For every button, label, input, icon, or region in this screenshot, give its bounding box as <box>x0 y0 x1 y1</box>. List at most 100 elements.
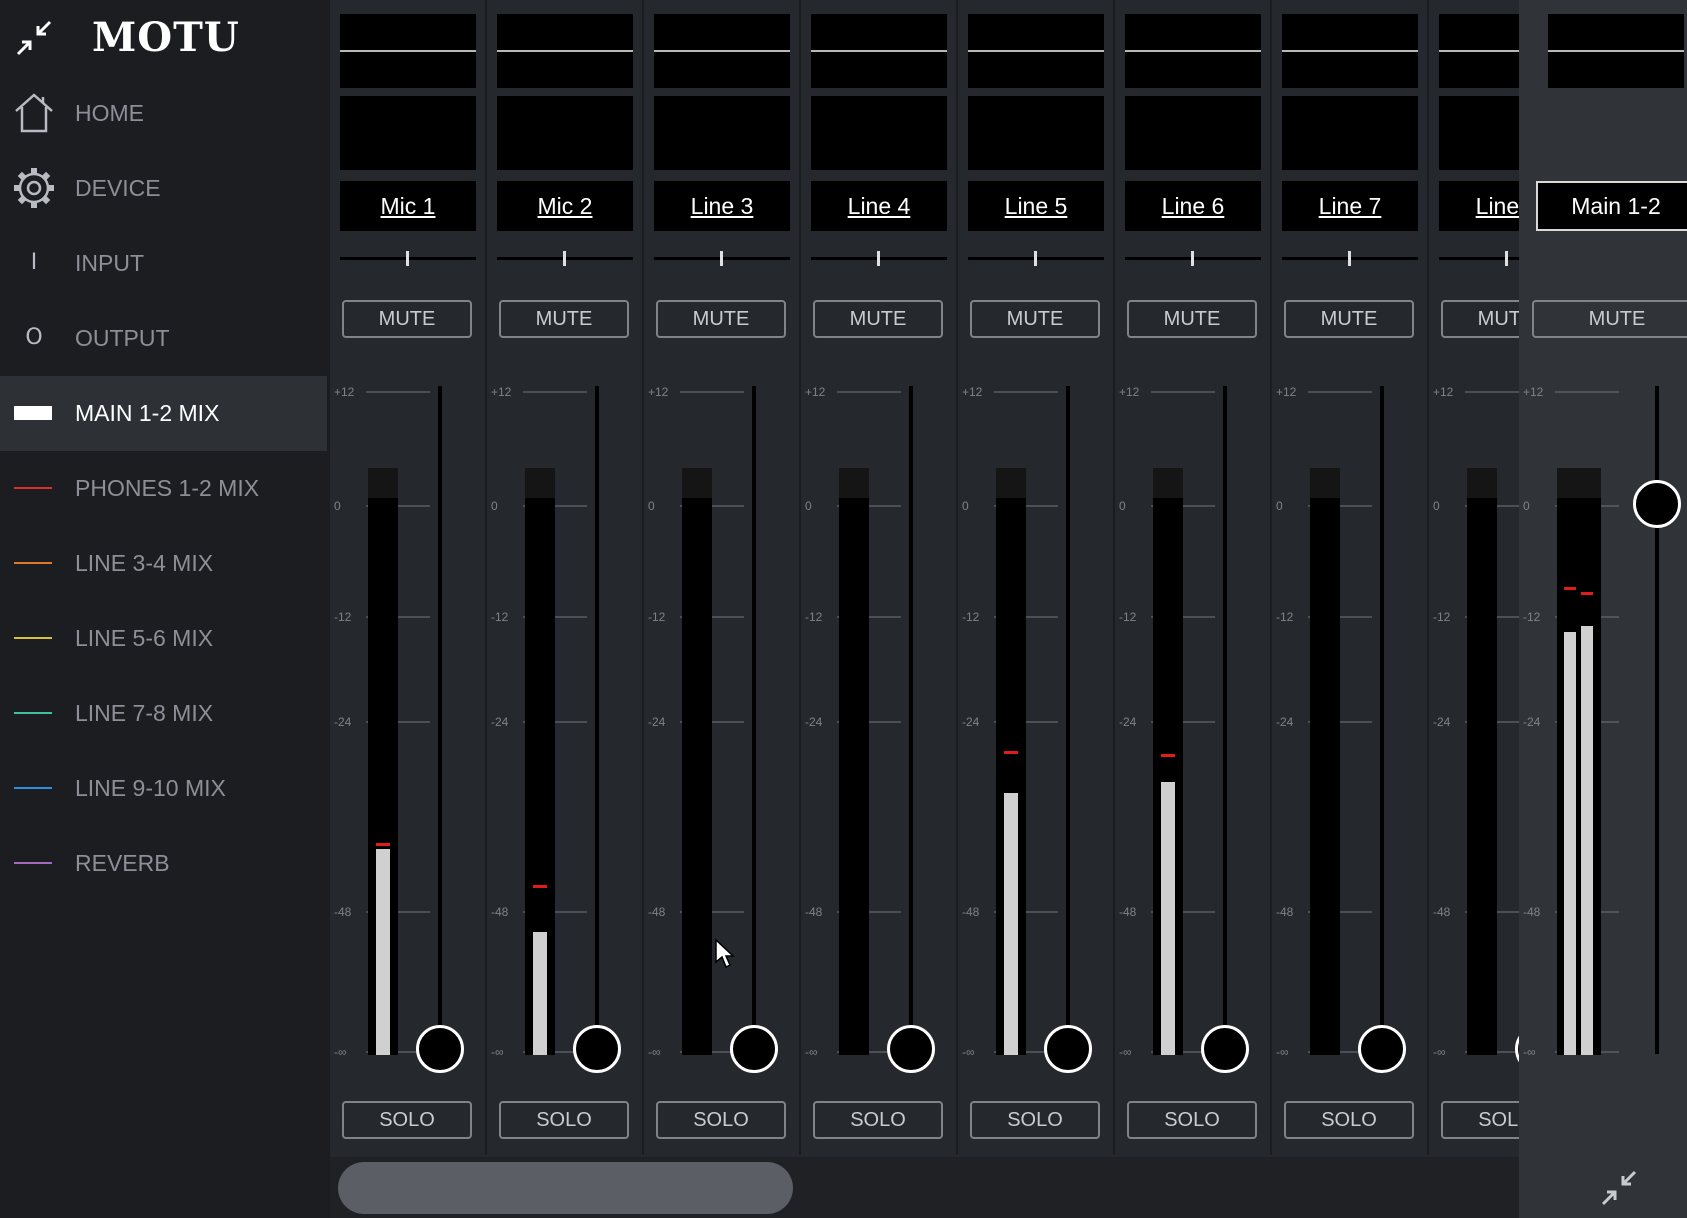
mute-button[interactable]: MUTE <box>342 300 472 338</box>
eq-display[interactable] <box>1548 14 1684 88</box>
nav-item-output[interactable]: O OUTPUT <box>0 301 327 376</box>
horizontal-scrollbar[interactable] <box>330 1157 1519 1218</box>
mute-button[interactable]: MUTE <box>1532 300 1687 338</box>
mute-button[interactable]: MUTE <box>1127 300 1257 338</box>
solo-button[interactable]: SOLO <box>1441 1101 1519 1139</box>
channel-name[interactable]: Mic 2 <box>497 181 633 231</box>
pan-slider-handle[interactable] <box>1505 251 1508 266</box>
fader-track[interactable] <box>752 386 756 1054</box>
fader-knob[interactable] <box>573 1025 621 1073</box>
nav-item-home[interactable]: HOME <box>0 76 327 151</box>
pan-slider-handle[interactable] <box>1191 251 1194 266</box>
nav-item-line-7-8-mix[interactable]: LINE 7-8 MIX <box>0 676 327 751</box>
fader-knob[interactable] <box>730 1025 778 1073</box>
fader-knob[interactable] <box>1044 1025 1092 1073</box>
nav-item-phones-1-2-mix[interactable]: PHONES 1-2 MIX <box>0 451 327 526</box>
channel-name[interactable]: Main 1-2 <box>1536 181 1687 231</box>
dynamics-display[interactable] <box>968 96 1104 170</box>
nav-item-main-1-2-mix[interactable]: MAIN 1-2 MIX <box>0 376 327 451</box>
meter-overload-cap <box>1557 468 1601 498</box>
fader-track[interactable] <box>1066 386 1070 1054</box>
channel-name[interactable]: Line 4 <box>811 181 947 231</box>
scale-label: -∞ <box>962 1045 975 1059</box>
solo-button[interactable]: SOLO <box>970 1101 1100 1139</box>
nav-item-line-9-10-mix[interactable]: LINE 9-10 MIX <box>0 751 327 826</box>
mute-button[interactable]: MUTE <box>1284 300 1414 338</box>
fader-track[interactable] <box>1223 386 1227 1054</box>
scale-label: -48 <box>805 905 823 919</box>
mute-button[interactable]: MUTE <box>656 300 786 338</box>
nav-item-reverb[interactable]: REVERB <box>0 826 327 901</box>
mute-button[interactable]: MUTE <box>499 300 629 338</box>
scale-label: +12 <box>962 385 983 399</box>
mix-line-icon <box>14 562 52 564</box>
scale-label: +12 <box>648 385 669 399</box>
mute-button[interactable]: MUTE <box>970 300 1100 338</box>
dynamics-display[interactable] <box>497 96 633 170</box>
channel-strip: Mic 1 MUTE +12 0 -12 -24 -48 -∞ SOLO <box>330 0 487 1155</box>
dynamics-display[interactable] <box>1439 96 1519 170</box>
solo-button[interactable]: SOLO <box>342 1101 472 1139</box>
solo-button[interactable]: SOLO <box>499 1101 629 1139</box>
solo-button[interactable]: SOLO <box>656 1101 786 1139</box>
scale-label: -∞ <box>805 1045 818 1059</box>
dynamics-display[interactable] <box>654 96 790 170</box>
pan-slider-handle[interactable] <box>406 251 409 266</box>
nav-item-line-3-4-mix[interactable]: LINE 3-4 MIX <box>0 526 327 601</box>
dynamics-display[interactable] <box>1282 96 1418 170</box>
scale-label: -48 <box>491 905 509 919</box>
fader-track[interactable] <box>1380 386 1384 1054</box>
fader-knob[interactable] <box>1358 1025 1406 1073</box>
channel-name[interactable]: Line 7 <box>1282 181 1418 231</box>
fader-track[interactable] <box>595 386 599 1054</box>
channel-name[interactable]: Line 6 <box>1125 181 1261 231</box>
pan-slider-handle[interactable] <box>720 251 723 266</box>
fader-track[interactable] <box>909 386 913 1054</box>
scale-label: +12 <box>1523 385 1544 399</box>
expand-arrows-icon[interactable] <box>1599 1168 1639 1208</box>
fader-knob[interactable] <box>416 1025 464 1073</box>
fader-knob[interactable] <box>887 1025 935 1073</box>
fader-knob[interactable] <box>1633 480 1681 528</box>
channel-name[interactable]: Line 8 <box>1439 181 1519 231</box>
dynamics-display[interactable] <box>811 96 947 170</box>
mute-button[interactable]: MUTE <box>1441 300 1519 338</box>
eq-display[interactable] <box>968 14 1104 88</box>
pan-slider-handle[interactable] <box>563 251 566 266</box>
eq-display[interactable] <box>497 14 633 88</box>
nav-item-device[interactable]: DEVICE <box>0 151 327 226</box>
level-meter <box>1557 468 1601 1055</box>
scrollbar-thumb[interactable] <box>338 1162 793 1214</box>
eq-display[interactable] <box>1439 14 1519 88</box>
channel-name[interactable]: Line 5 <box>968 181 1104 231</box>
solo-button[interactable]: SOLO <box>1284 1101 1414 1139</box>
meter-overload-cap <box>1153 468 1183 498</box>
level-meter <box>682 468 712 1055</box>
pan-slider-handle[interactable] <box>1034 251 1037 266</box>
meter-overload-cap <box>682 468 712 498</box>
solo-button[interactable]: SOLO <box>813 1101 943 1139</box>
mix-line-icon <box>14 787 52 789</box>
scale-label: -24 <box>491 715 509 729</box>
pan-slider-handle[interactable] <box>877 251 880 266</box>
dynamics-display[interactable] <box>1125 96 1261 170</box>
nav-item-line-5-6-mix[interactable]: LINE 5-6 MIX <box>0 601 327 676</box>
scale-label: 0 <box>805 499 812 513</box>
eq-display[interactable] <box>811 14 947 88</box>
channel-name[interactable]: Line 3 <box>654 181 790 231</box>
fader-knob[interactable] <box>1201 1025 1249 1073</box>
nav-item-label: HOME <box>75 100 144 126</box>
fader-track[interactable] <box>438 386 442 1054</box>
pan-slider-handle[interactable] <box>1348 251 1351 266</box>
mouse-cursor-icon <box>714 938 736 970</box>
channel-name[interactable]: Mic 1 <box>340 181 476 231</box>
nav-item-input[interactable]: I INPUT <box>0 226 327 301</box>
dynamics-display[interactable] <box>340 96 476 170</box>
mute-button[interactable]: MUTE <box>813 300 943 338</box>
eq-display[interactable] <box>340 14 476 88</box>
eq-display[interactable] <box>654 14 790 88</box>
collapse-arrows-icon[interactable] <box>14 18 54 58</box>
solo-button[interactable]: SOLO <box>1127 1101 1257 1139</box>
eq-display[interactable] <box>1125 14 1261 88</box>
eq-display[interactable] <box>1282 14 1418 88</box>
